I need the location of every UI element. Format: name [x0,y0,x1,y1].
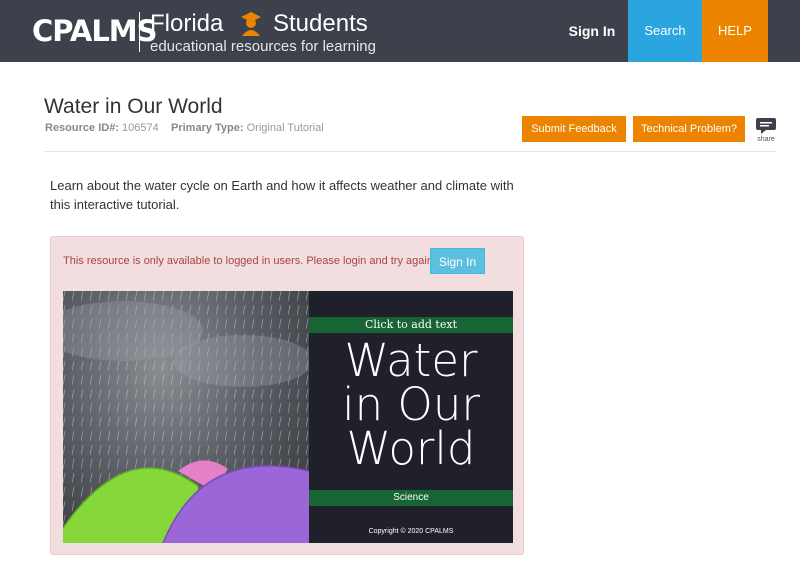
student-graduate-icon [241,12,261,36]
brand-tagline: educational resources for learning [150,38,376,55]
tutorial-title: Water in Our World [309,334,513,475]
nav-search-button[interactable]: Search [628,0,702,62]
alert-signin-button[interactable]: Sign In [430,248,485,274]
share-label: share [757,136,775,143]
title-divider [44,151,777,152]
tutorial-title-line: in Our [342,378,480,431]
click-to-add-text: Click to add text [364,318,457,331]
tutorial-title-line: World [346,422,476,475]
resource-id-value: 106574 [122,122,159,134]
nav-signin-button[interactable]: Sign In [556,0,628,62]
copyright-text: Copyright © 2020 CPALMS [368,528,454,535]
brand-florida[interactable]: Florida [150,10,223,38]
top-navbar: CPALMS Florida Students educational reso… [0,0,800,62]
brand-divider [139,12,140,52]
tutorial-title-panel: Click to add text Water in Our World Sci… [309,291,513,543]
tutorial-thumbnail[interactable]: Click to add text Water in Our World Sci… [63,291,513,543]
resource-description: Learn about the water cycle on Earth and… [50,178,514,212]
brand-students[interactable]: Students [273,10,368,38]
share-speech-icon [756,118,776,134]
nav-help-button[interactable]: HELP [702,0,768,62]
share-button[interactable]: share [754,117,778,145]
primary-type-label: Primary Type: [171,122,244,134]
login-required-alert: This resource is only available to logge… [50,236,524,555]
page-title: Water in Our World [44,95,223,118]
rain-umbrella-photo [63,291,309,543]
primary-type-value: Original Tutorial [246,122,324,134]
submit-feedback-button[interactable]: Submit Feedback [522,116,626,142]
resource-meta: Resource ID#: 106574 Primary Type: Origi… [45,122,324,134]
alert-message: This resource is only available to logge… [63,255,436,267]
technical-problem-button[interactable]: Technical Problem? [633,116,745,142]
cpalms-logo[interactable]: CPALMS [32,14,158,48]
subject-label: Science [393,492,429,503]
tutorial-title-line: Water [344,334,478,387]
resource-id-label: Resource ID#: [45,122,119,134]
